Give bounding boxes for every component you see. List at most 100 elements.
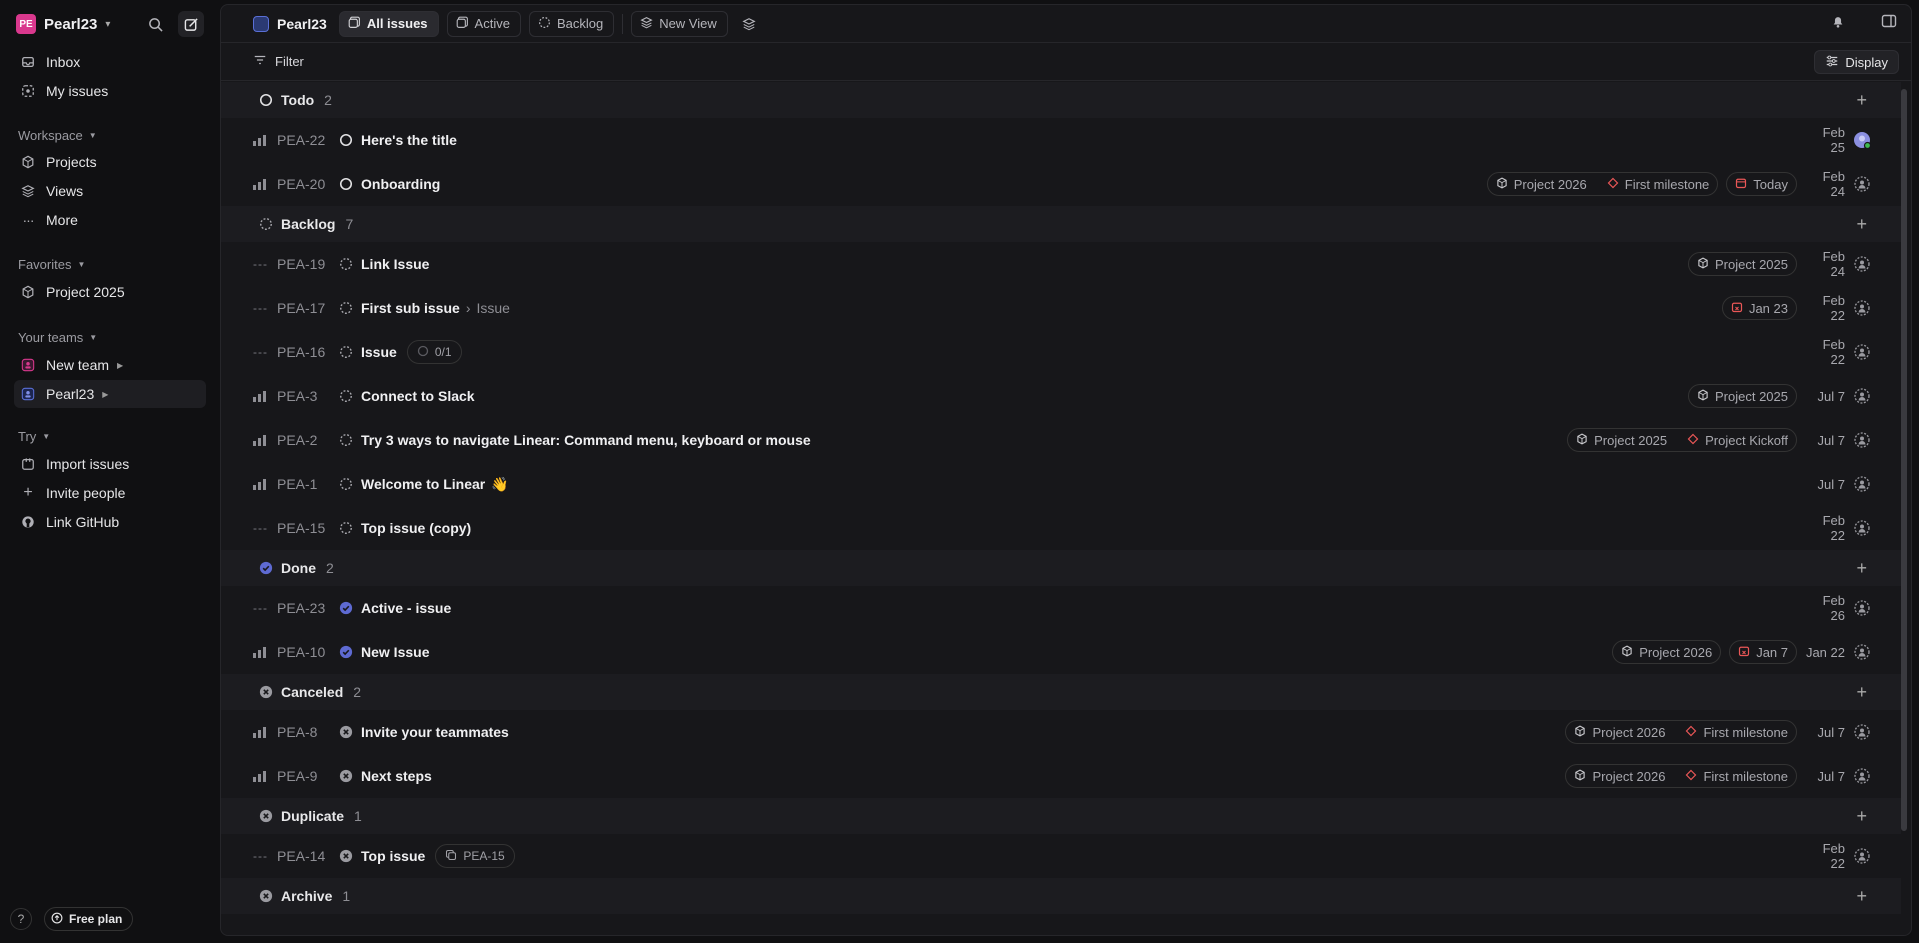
project-chip[interactable]: Project 2026 First milestone <box>1486 172 1719 196</box>
user-avatar[interactable] <box>1853 131 1871 149</box>
priority-medium-icon[interactable] <box>253 646 269 658</box>
help-button[interactable]: ? <box>10 908 32 930</box>
sidebar-item-link-github[interactable]: Link GitHub <box>14 508 206 536</box>
due-date-chip[interactable]: Jan 23 <box>1721 296 1797 320</box>
priority-medium-icon[interactable] <box>253 134 269 146</box>
unassigned-icon[interactable] <box>1853 475 1871 493</box>
canceled-status-icon[interactable] <box>339 725 353 739</box>
filter-button[interactable]: Filter <box>275 54 304 69</box>
unassigned-icon[interactable] <box>1853 343 1871 361</box>
favorites-section-label[interactable]: Favorites ▼ <box>18 257 85 272</box>
issue-row[interactable]: PEA-8 Invite your teammates Project 2026 Fi… <box>221 710 1901 754</box>
project-chip[interactable]: Project 2026 First milestone <box>1565 764 1797 788</box>
priority-medium-icon[interactable] <box>253 726 269 738</box>
sidebar-item-pearl23[interactable]: Pearl23 ▶ <box>14 380 206 408</box>
add-issue-icon[interactable]: + <box>1856 886 1867 907</box>
todo-status-icon[interactable] <box>339 133 353 147</box>
group-header[interactable]: Backlog 7 + <box>221 206 1901 242</box>
no-priority-icon[interactable]: --- <box>253 301 269 315</box>
priority-medium-icon[interactable] <box>253 178 269 190</box>
scrollbar[interactable] <box>1901 89 1907 831</box>
unassigned-icon[interactable] <box>1853 847 1871 865</box>
add-issue-icon[interactable]: + <box>1856 90 1867 111</box>
no-priority-icon[interactable]: --- <box>253 849 269 863</box>
due-date-chip[interactable]: Jan 7 <box>1729 640 1797 664</box>
canceled-status-icon[interactable] <box>339 849 353 863</box>
issue-row[interactable]: PEA-10 New Issue Project 2026 Jan 7 Jan 22 <box>221 630 1901 674</box>
try-section-label[interactable]: Try ▼ <box>18 429 50 444</box>
issue-row[interactable]: --- PEA-16 Issue 0/1 Feb 22 <box>221 330 1901 374</box>
project-chip[interactable]: Project 2025 <box>1688 384 1797 408</box>
tab-backlog[interactable]: Backlog <box>528 10 615 37</box>
sidebar-item-views[interactable]: Views <box>14 177 206 205</box>
unassigned-icon[interactable] <box>1853 255 1871 273</box>
group-header[interactable]: Canceled 2 + <box>221 674 1901 710</box>
backlog-status-icon[interactable] <box>339 345 353 359</box>
sidebar-item-project-2025[interactable]: Project 2025 <box>14 278 206 306</box>
bell-icon[interactable] <box>1831 13 1845 32</box>
backlog-status-icon[interactable] <box>339 301 353 315</box>
unassigned-icon[interactable] <box>1853 519 1871 537</box>
project-chip[interactable]: Project 2025 Project Kickoff <box>1567 428 1797 452</box>
group-header[interactable]: Done 2 + <box>221 550 1901 586</box>
parent-issue[interactable]: › Issue <box>466 300 510 316</box>
tab-new-view[interactable]: New View <box>631 10 728 37</box>
unassigned-icon[interactable] <box>1853 299 1871 317</box>
sidebar-item-import-issues[interactable]: Import issues <box>14 450 206 478</box>
sidebar-item-my-issues[interactable]: My issues <box>14 77 206 105</box>
filter-icon[interactable] <box>253 53 267 70</box>
sub-issue-progress[interactable]: 0/1 <box>406 340 462 364</box>
no-priority-icon[interactable]: --- <box>253 601 269 615</box>
issue-row[interactable]: --- PEA-17 First sub issue › Issue Jan 23 Feb … <box>221 286 1901 330</box>
unassigned-icon[interactable] <box>1853 643 1871 661</box>
teams-section-label[interactable]: Your teams ▼ <box>18 330 97 345</box>
priority-medium-icon[interactable] <box>253 478 269 490</box>
add-issue-icon[interactable]: + <box>1856 806 1867 827</box>
project-chip[interactable]: Project 2025 <box>1688 252 1797 276</box>
unassigned-icon[interactable] <box>1853 599 1871 617</box>
unassigned-icon[interactable] <box>1853 767 1871 785</box>
backlog-status-icon[interactable] <box>339 477 353 491</box>
canceled-status-icon[interactable] <box>339 769 353 783</box>
priority-medium-icon[interactable] <box>253 770 269 782</box>
issue-row[interactable]: --- PEA-23 Active - issue Feb 26 <box>221 586 1901 630</box>
add-issue-icon[interactable]: + <box>1856 558 1867 579</box>
issue-row[interactable]: --- PEA-19 Link Issue Project 2025 Feb 24 <box>221 242 1901 286</box>
no-priority-icon[interactable]: --- <box>253 257 269 271</box>
workspace-switcher[interactable]: PE Pearl23 ▾ <box>16 12 110 36</box>
sidebar-toggle-icon[interactable] <box>1881 13 1897 32</box>
issue-row[interactable]: PEA-20 Onboarding Project 2026 First milest… <box>221 162 1901 206</box>
team-breadcrumb[interactable]: Pearl23 <box>253 15 327 32</box>
issue-row[interactable]: PEA-3 Connect to Slack Project 2025 Jul 7 <box>221 374 1901 418</box>
new-issue-icon[interactable] <box>178 11 204 37</box>
done-status-icon[interactable] <box>339 601 353 615</box>
issue-row[interactable]: --- PEA-14 Top issue PEA-15 Feb 22 <box>221 834 1901 878</box>
workspace-section-label[interactable]: Workspace ▼ <box>18 128 97 143</box>
display-button[interactable]: Display <box>1814 50 1899 74</box>
issue-row[interactable]: PEA-22 Here's the title Feb 25 <box>221 118 1901 162</box>
group-header[interactable]: Archive 1 + <box>221 878 1901 914</box>
group-header[interactable]: Duplicate 1 + <box>221 798 1901 834</box>
issue-row[interactable]: PEA-1 Welcome to Linear 👋 Jul 7 <box>221 462 1901 506</box>
sidebar-item-projects[interactable]: Projects <box>14 148 206 176</box>
sidebar-item-new-team[interactable]: New team ▶ <box>14 351 206 379</box>
add-issue-icon[interactable]: + <box>1856 214 1867 235</box>
unassigned-icon[interactable] <box>1853 723 1871 741</box>
unassigned-icon[interactable] <box>1853 175 1871 193</box>
done-status-icon[interactable] <box>339 645 353 659</box>
tab-all-issues[interactable]: All issues <box>338 10 439 37</box>
backlog-status-icon[interactable] <box>339 433 353 447</box>
duplicate-of-pill[interactable]: PEA-15 <box>435 844 515 868</box>
free-plan-button[interactable]: Free plan <box>44 907 134 931</box>
backlog-status-icon[interactable] <box>339 257 353 271</box>
project-chip[interactable]: Project 2026 <box>1612 640 1722 664</box>
add-issue-icon[interactable]: + <box>1856 682 1867 703</box>
issue-row[interactable]: PEA-2 Try 3 ways to navigate Linear: Comm… <box>221 418 1901 462</box>
sidebar-item-invite-people[interactable]: + Invite people <box>14 479 206 507</box>
unassigned-icon[interactable] <box>1853 387 1871 405</box>
issue-row[interactable]: --- PEA-15 Top issue (copy) Feb 22 <box>221 506 1901 550</box>
group-header[interactable]: Todo 2 + <box>221 82 1901 118</box>
sidebar-item-inbox[interactable]: Inbox <box>14 48 206 76</box>
backlog-status-icon[interactable] <box>339 521 353 535</box>
backlog-status-icon[interactable] <box>339 389 353 403</box>
